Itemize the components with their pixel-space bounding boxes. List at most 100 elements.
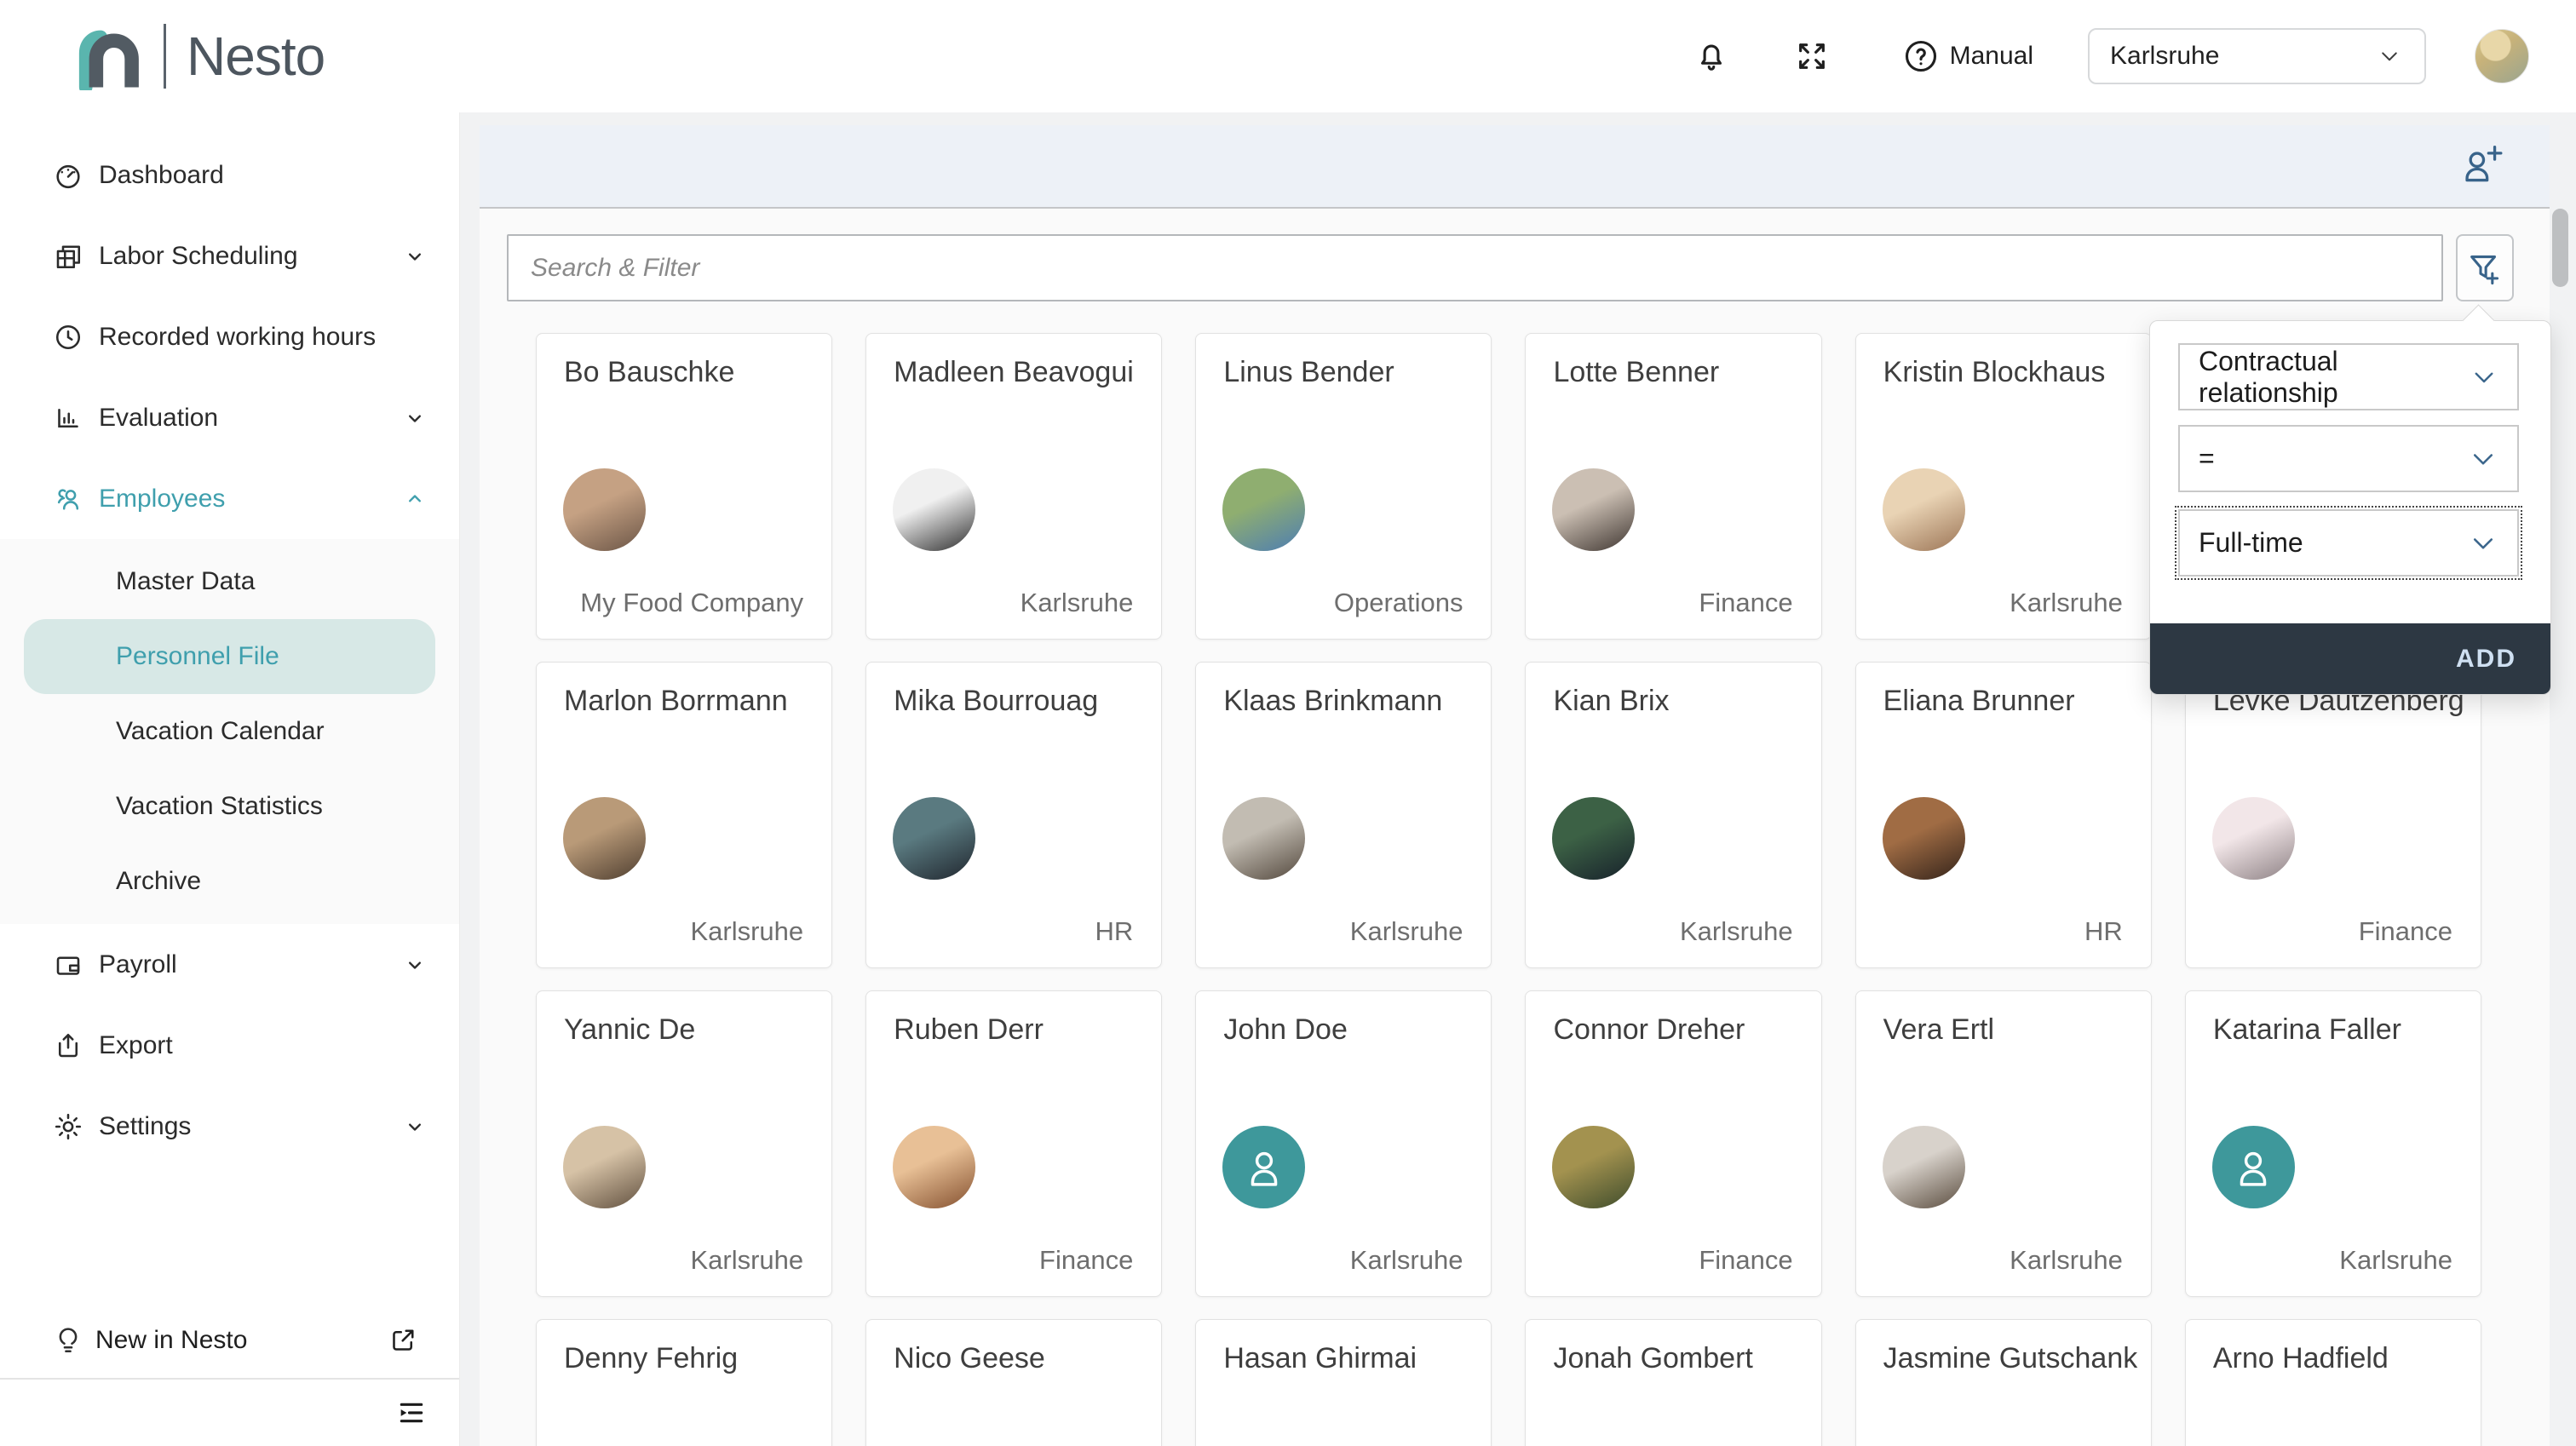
employee-card[interactable]: Kristin Blockhaus Karlsruhe [1855,333,2152,640]
employee-card[interactable]: Denny Fehrig [536,1319,832,1446]
bell-icon[interactable] [1693,37,1730,75]
sidebar-item-label: Employees [99,485,225,514]
chevron-down-icon [403,406,427,430]
sidebar-item-personnel-file[interactable]: Personnel File [24,619,435,694]
employee-avatar [1222,1126,1305,1208]
employee-card[interactable]: Katarina Faller Karlsruhe [2185,990,2481,1297]
employee-avatar [893,1126,975,1208]
popup-footer: ADD [2150,623,2550,694]
sidebar-item-labor-scheduling[interactable]: Labor Scheduling [0,215,459,296]
employee-card[interactable]: Lotte Benner Finance [1525,333,1821,640]
location-value: Karlsruhe [2110,42,2219,71]
employee-name: Mika Bourrouag [894,685,1098,718]
manual-button[interactable]: Manual [1902,37,2033,75]
employee-card[interactable]: Marlon Borrmann Karlsruhe [536,662,832,968]
employee-card[interactable]: Jonah Gombert [1525,1319,1821,1446]
employee-card[interactable]: Ruben Derr Finance [865,990,1162,1297]
employee-location: Karlsruhe [1350,1245,1463,1276]
sidebar-item-export[interactable]: Export [0,1005,459,1086]
employee-name: Lotte Benner [1553,356,1719,389]
sidebar-item-evaluation[interactable]: Evaluation [0,377,459,458]
external-link-icon[interactable] [388,1325,418,1356]
sidebar-item-archive[interactable]: Archive [24,844,435,919]
employee-avatar [1883,468,1965,551]
employees-submenu: Master Data Personnel File Vacation Cale… [0,539,459,924]
filter-operator-select[interactable]: = [2178,425,2519,492]
sidebar-item-vacation-calendar[interactable]: Vacation Calendar [24,694,435,769]
vertical-scrollbar-thumb[interactable] [2552,209,2568,287]
employee-name: Jonah Gombert [1553,1342,1752,1375]
person-icon [1240,1144,1288,1191]
employee-name: Hasan Ghirmai [1223,1342,1417,1375]
employee-location: Operations [1334,588,1463,618]
sidebar-item-dashboard[interactable]: Dashboard [0,135,459,215]
nesto-logo-mark-icon [73,22,152,90]
employee-avatar [1222,468,1305,551]
employee-location: My Food Company [580,588,803,618]
employee-name: Linus Bender [1223,356,1394,389]
collapse-sidebar-icon[interactable] [394,1396,428,1430]
employee-card[interactable]: Linus Bender Operations [1195,333,1492,640]
employee-name: Klaas Brinkmann [1223,685,1442,718]
employee-card[interactable]: John Doe Karlsruhe [1195,990,1492,1297]
export-icon [53,1030,87,1061]
employee-avatar [893,468,975,551]
employee-card[interactable]: Yannic De Karlsruhe [536,990,832,1297]
sidebar-item-vacation-statistics[interactable]: Vacation Statistics [24,769,435,844]
sidebar-item-settings[interactable]: Settings [0,1086,459,1167]
employee-card[interactable]: Kian Brix Karlsruhe [1525,662,1821,968]
search-input[interactable] [507,234,2443,301]
payroll-icon [53,950,87,980]
sidebar-item-payroll[interactable]: Payroll [0,924,459,1005]
sidebar-item-label: Recorded working hours [99,323,376,352]
sidebar-item-master-data[interactable]: Master Data [24,544,435,619]
employee-location: Finance [1699,588,1792,618]
filter-value-select[interactable]: Full-time [2178,509,2519,577]
sidebar-item-recorded-working-hours[interactable]: Recorded working hours [0,296,459,377]
employee-card[interactable]: Arno Hadfield [2185,1319,2481,1446]
employee-name: Eliana Brunner [1883,685,2075,718]
user-avatar[interactable] [2475,29,2529,83]
new-in-nesto-link[interactable]: New in Nesto [0,1303,459,1378]
employee-card[interactable]: Nico Geese [865,1319,1162,1446]
chevron-down-icon [403,1115,427,1139]
filter-operator-value: = [2199,443,2215,474]
employee-card[interactable]: Connor Dreher Finance [1525,990,1821,1297]
sidebar-item-label: Export [99,1031,173,1060]
clock-icon [53,322,87,353]
employee-card[interactable]: Vera Ertl Karlsruhe [1855,990,2152,1297]
chevron-down-icon [2470,362,2498,393]
filter-field-value: Contractual relationship [2199,346,2470,409]
chevron-down-icon [2468,444,2498,474]
location-selector[interactable]: Karlsruhe [2088,28,2426,84]
sidebar-item-employees[interactable]: Employees [0,458,459,539]
person-add-icon[interactable] [2456,141,2505,191]
employee-avatar [1883,797,1965,880]
employee-card[interactable]: Madleen Beavogui Karlsruhe [865,333,1162,640]
employee-location: Karlsruhe [1021,588,1134,618]
labor-scheduling-icon [53,241,87,272]
employee-card[interactable]: Bo Bauschke My Food Company [536,333,832,640]
employee-location: Finance [2359,916,2452,947]
filter-add-button[interactable] [2456,234,2514,301]
employee-avatar [893,797,975,880]
employee-card[interactable]: Jasmine Gutschank [1855,1319,2152,1446]
employee-location: Karlsruhe [1680,916,1793,947]
employee-avatar [2212,797,2295,880]
employee-card[interactable]: Klaas Brinkmann Karlsruhe [1195,662,1492,968]
employee-card[interactable]: Eliana Brunner HR [1855,662,2152,968]
employee-name: Yannic De [564,1013,695,1047]
fullscreen-icon[interactable] [1795,39,1829,73]
employee-card[interactable]: Hasan Ghirmai [1195,1319,1492,1446]
manual-label: Manual [1950,42,2033,71]
employee-avatar [1222,797,1305,880]
employee-name: Connor Dreher [1553,1013,1745,1047]
employee-card[interactable]: Levke Dautzenberg Finance [2185,662,2481,968]
employee-name: Bo Bauschke [564,356,734,389]
filter-field-select[interactable]: Contractual relationship [2178,343,2519,410]
employee-card[interactable]: Mika Bourrouag HR [865,662,1162,968]
employee-name: Nico Geese [894,1342,1045,1375]
evaluation-icon [53,403,87,433]
add-filter-button[interactable]: ADD [2456,645,2516,674]
employee-location: HR [1095,916,1134,947]
